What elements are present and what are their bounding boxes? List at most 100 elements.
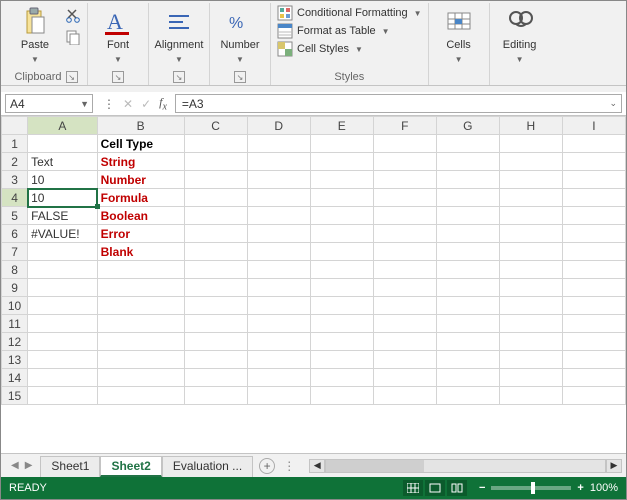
cell[interactable] [310, 369, 373, 387]
cell[interactable] [499, 261, 562, 279]
sheet-tab[interactable]: Sheet1 [40, 456, 100, 477]
cell[interactable] [562, 315, 625, 333]
dialog-launcher-number[interactable]: ↘ [234, 71, 246, 83]
cell[interactable]: Text [28, 153, 98, 171]
cell[interactable] [499, 135, 562, 153]
cell[interactable] [373, 153, 436, 171]
cell[interactable] [247, 243, 310, 261]
cell[interactable] [499, 369, 562, 387]
spreadsheet-grid[interactable]: ABCDEFGHI 1Cell Type2TextString310Number… [1, 116, 626, 453]
cell[interactable] [184, 315, 247, 333]
cell[interactable] [436, 297, 499, 315]
cell[interactable] [247, 189, 310, 207]
row-header[interactable]: 10 [2, 297, 28, 315]
cell[interactable] [28, 135, 98, 153]
editing-button[interactable]: Editing▼ [496, 3, 544, 68]
cell[interactable]: String [97, 153, 184, 171]
cell[interactable] [562, 333, 625, 351]
cell[interactable]: Formula [97, 189, 184, 207]
column-header[interactable]: I [562, 117, 625, 135]
cell[interactable] [247, 351, 310, 369]
dialog-launcher-font[interactable]: ↘ [112, 71, 124, 83]
cell[interactable] [184, 171, 247, 189]
cell[interactable] [373, 369, 436, 387]
cut-icon[interactable] [65, 7, 81, 23]
cell[interactable] [97, 315, 184, 333]
cell[interactable] [310, 189, 373, 207]
cell[interactable] [184, 261, 247, 279]
column-header[interactable]: F [373, 117, 436, 135]
cell[interactable] [373, 315, 436, 333]
cell[interactable] [184, 369, 247, 387]
row-header[interactable]: 15 [2, 387, 28, 405]
cell[interactable]: Error [97, 225, 184, 243]
cell[interactable] [499, 243, 562, 261]
cell[interactable] [184, 297, 247, 315]
cell[interactable] [310, 243, 373, 261]
cells-button[interactable]: Cells▼ [435, 3, 483, 68]
view-page-layout-icon[interactable] [425, 480, 445, 496]
zoom-slider[interactable] [491, 486, 571, 490]
cell[interactable] [373, 261, 436, 279]
cell[interactable] [310, 171, 373, 189]
cell[interactable] [97, 369, 184, 387]
zoom-in-button[interactable]: + [577, 482, 583, 494]
row-header[interactable]: 4 [2, 189, 28, 207]
cell[interactable] [247, 171, 310, 189]
view-normal-icon[interactable] [403, 480, 423, 496]
cell[interactable] [562, 135, 625, 153]
cell[interactable] [436, 333, 499, 351]
cell[interactable] [310, 387, 373, 405]
cell[interactable] [184, 333, 247, 351]
cell[interactable] [184, 243, 247, 261]
cell[interactable] [499, 333, 562, 351]
alignment-button[interactable]: Alignment▼ [155, 3, 203, 68]
expand-formula-icon[interactable]: ⌄ [609, 98, 617, 109]
view-page-break-icon[interactable] [447, 480, 467, 496]
row-header[interactable]: 9 [2, 279, 28, 297]
column-header[interactable]: D [247, 117, 310, 135]
cell[interactable] [373, 189, 436, 207]
cell[interactable] [499, 189, 562, 207]
cell[interactable] [310, 261, 373, 279]
cell[interactable] [247, 369, 310, 387]
sheet-tab[interactable]: Sheet2 [100, 456, 161, 477]
number-button[interactable]: % Number▼ [216, 3, 264, 68]
accept-formula-icon[interactable]: ✓ [141, 97, 151, 111]
cell[interactable] [436, 243, 499, 261]
cell[interactable] [247, 315, 310, 333]
paste-button[interactable]: Paste▼ [11, 3, 59, 68]
cell[interactable] [499, 387, 562, 405]
cell[interactable] [28, 351, 98, 369]
cell[interactable] [436, 225, 499, 243]
cancel-formula-icon[interactable]: ✕ [123, 97, 133, 111]
name-box[interactable]: A4 ▼ [5, 94, 93, 113]
cell[interactable] [247, 207, 310, 225]
cell[interactable]: FALSE [28, 207, 98, 225]
cell[interactable] [28, 297, 98, 315]
cell[interactable] [310, 297, 373, 315]
row-header[interactable]: 8 [2, 261, 28, 279]
cell[interactable] [373, 243, 436, 261]
cell[interactable]: Blank [97, 243, 184, 261]
dialog-launcher-alignment[interactable]: ↘ [173, 71, 185, 83]
cell[interactable] [373, 135, 436, 153]
copy-icon[interactable] [65, 29, 81, 45]
cell[interactable] [28, 333, 98, 351]
cell[interactable] [310, 279, 373, 297]
cell[interactable] [310, 153, 373, 171]
cell[interactable] [247, 333, 310, 351]
cell[interactable] [97, 279, 184, 297]
cell[interactable] [562, 387, 625, 405]
format-as-table-button[interactable]: Format as Table▼ [277, 23, 390, 39]
cell[interactable]: Boolean [97, 207, 184, 225]
column-header[interactable]: E [310, 117, 373, 135]
cell[interactable] [247, 225, 310, 243]
cell[interactable] [184, 351, 247, 369]
cell[interactable] [499, 315, 562, 333]
cell[interactable] [373, 387, 436, 405]
cell[interactable] [373, 279, 436, 297]
scroll-left-icon[interactable]: ◀ [309, 459, 325, 473]
cell[interactable] [97, 387, 184, 405]
row-header[interactable]: 1 [2, 135, 28, 153]
